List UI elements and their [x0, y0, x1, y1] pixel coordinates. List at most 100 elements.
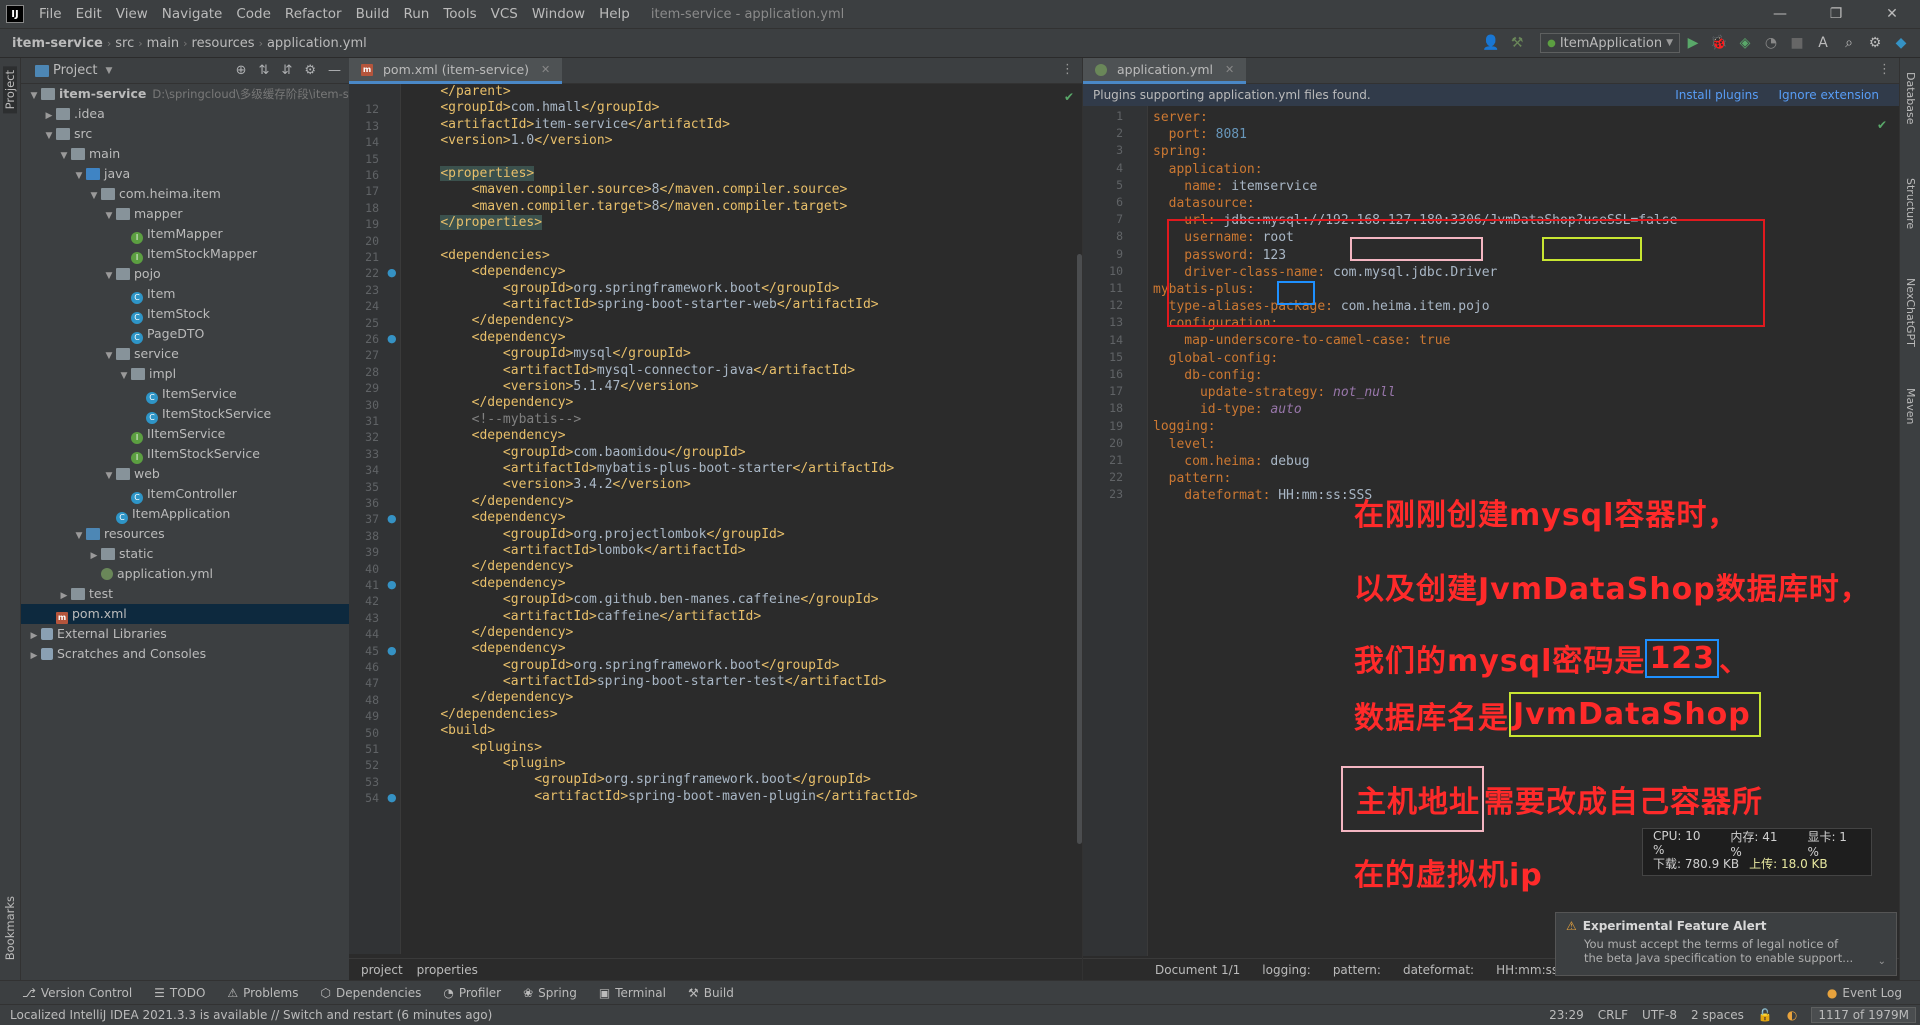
tree-node[interactable]: application.yml [21, 564, 349, 584]
tree-node[interactable]: I IItemStockService [21, 444, 349, 464]
menu-code[interactable]: Code [229, 0, 278, 29]
translate-icon[interactable]: A [1815, 35, 1831, 51]
chevron-down-icon[interactable]: ▼ [102, 266, 116, 286]
menu-refactor[interactable]: Refactor [278, 0, 349, 29]
tree-node[interactable]: C PageDTO [21, 324, 349, 344]
menu-navigate[interactable]: Navigate [155, 0, 230, 29]
run-config-selector[interactable]: ● ItemApplication ▼ [1540, 33, 1680, 53]
nexchatgpt-tool-tab[interactable]: NexChatGPT [1904, 278, 1917, 347]
tree-node[interactable]: C ItemStockService [21, 404, 349, 424]
indent-setting[interactable]: 2 spaces [1691, 1008, 1744, 1022]
chevron-down-icon[interactable]: ▼ [42, 126, 56, 146]
more-icon[interactable]: ⋮ [1061, 62, 1074, 77]
dependency-gutter-icon[interactable]: ● [387, 578, 397, 591]
tree-node[interactable]: ▼ impl [21, 364, 349, 384]
project-panel-title[interactable]: Project [53, 63, 97, 78]
tree-node[interactable]: ▶ static [21, 544, 349, 564]
tree-node[interactable]: ▼ mapper [21, 204, 349, 224]
tree-node[interactable]: ▼ src [21, 124, 349, 144]
profile-icon[interactable]: ◔ [1763, 35, 1779, 51]
restore-icon[interactable]: ❐ [1808, 0, 1864, 29]
breadcrumb-item[interactable]: application.yml [263, 36, 371, 51]
event-log-button[interactable]: ● Event Log [1827, 986, 1902, 1000]
search-icon[interactable]: ⌕ [1841, 35, 1857, 51]
breadcrumb-item[interactable]: dateformat: [1403, 963, 1474, 977]
chevron-down-icon[interactable]: ▼ [117, 366, 131, 386]
breadcrumb-item[interactable]: properties [417, 963, 478, 977]
tree-node[interactable]: ▼ java [21, 164, 349, 184]
tree-node[interactable]: C ItemService [21, 384, 349, 404]
tool-window-dependencies[interactable]: ⬡ Dependencies [320, 986, 421, 1000]
experimental-feature-alert[interactable]: ⚠ Experimental Feature Alert You must ac… [1555, 912, 1897, 976]
tree-node[interactable]: I IItemService [21, 424, 349, 444]
file-encoding[interactable]: UTF-8 [1642, 1008, 1677, 1022]
tool-window-profiler[interactable]: ◔ Profiler [443, 986, 501, 1000]
dependency-gutter-icon[interactable]: ● [387, 512, 397, 525]
chevron-down-icon[interactable]: ▼ [105, 66, 112, 76]
chevron-down-icon[interactable]: ▼ [102, 346, 116, 366]
dependency-gutter-icon[interactable]: ● [387, 332, 397, 345]
menu-view[interactable]: View [109, 0, 155, 29]
tree-node[interactable]: ▼ item-service D:\springcloud\多级缓存阶段\item-… [21, 84, 349, 104]
tree-node[interactable]: C ItemApplication [21, 504, 349, 524]
tree-node[interactable]: I ItemStockMapper [21, 244, 349, 264]
chevron-right-icon[interactable]: ▶ [42, 106, 56, 126]
chevron-right-icon[interactable]: ▶ [87, 546, 101, 566]
debug-icon[interactable]: 🐞 [1710, 35, 1727, 51]
lock-icon[interactable]: 🔓 [1758, 1008, 1773, 1022]
menu-window[interactable]: Window [525, 0, 592, 29]
user-icon[interactable]: 👤 [1482, 35, 1499, 51]
tree-node[interactable]: C ItemStock [21, 304, 349, 324]
memory-indicator[interactable]: 1117 of 1979M [1811, 1007, 1916, 1023]
chevron-down-icon[interactable]: ▼ [87, 186, 101, 206]
status-message[interactable]: Localized IntelliJ IDEA 2021.3.3 is avai… [10, 1008, 492, 1022]
tool-window-spring[interactable]: ❀ Spring [523, 986, 577, 1000]
collapse-all-icon[interactable]: ⇵ [281, 63, 292, 78]
hammer-build-icon[interactable]: ⚒ [1509, 35, 1525, 51]
dependency-gutter-icon[interactable]: ● [387, 791, 397, 804]
pom-code[interactable]: </parent> <groupId>com.hmall</groupId> <… [409, 84, 918, 805]
menu-build[interactable]: Build [349, 0, 397, 29]
chevron-down-icon[interactable]: ⌄ [1878, 956, 1886, 967]
menu-help[interactable]: Help [592, 0, 637, 29]
structure-tool-tab[interactable]: Structure [1904, 178, 1917, 229]
tree-node[interactable]: ▼ main [21, 144, 349, 164]
tree-node[interactable]: ▼ resources [21, 524, 349, 544]
tree-node[interactable]: ▶ test [21, 584, 349, 604]
caret-position[interactable]: 23:29 [1549, 1008, 1584, 1022]
tree-node[interactable]: C ItemController [21, 484, 349, 504]
breadcrumb-item[interactable]: main [143, 36, 183, 51]
tool-window-version-control[interactable]: ⎇ Version Control [22, 986, 132, 1000]
locate-icon[interactable]: ⊕ [236, 63, 247, 78]
line-separator[interactable]: CRLF [1598, 1008, 1628, 1022]
tree-node[interactable]: ▶ Scratches and Consoles [21, 644, 349, 664]
coverage-icon[interactable]: ◈ [1737, 35, 1753, 51]
chevron-down-icon[interactable]: ▼ [57, 146, 71, 166]
menu-file[interactable]: File [32, 0, 69, 29]
chevron-down-icon[interactable]: ▼ [102, 206, 116, 226]
chevron-down-icon[interactable]: ▼ [72, 526, 86, 546]
gear-icon[interactable]: ⚙ [304, 63, 316, 78]
tool-window-todo[interactable]: ☰ TODO [154, 986, 205, 1000]
chevron-down-icon[interactable]: ▼ [27, 86, 41, 106]
chevron-down-icon[interactable]: ▼ [72, 166, 86, 186]
tree-node[interactable]: ▼ web [21, 464, 349, 484]
menu-vcs[interactable]: VCS [484, 0, 525, 29]
maven-tool-tab[interactable]: Maven [1904, 388, 1917, 424]
breadcrumb-item[interactable]: project [361, 963, 403, 977]
stop-icon[interactable]: ■ [1789, 35, 1805, 51]
close-icon[interactable]: ✕ [1225, 63, 1234, 76]
breadcrumb-item[interactable]: item-service [8, 36, 107, 51]
breadcrumb-item[interactable]: src [111, 36, 138, 51]
install-plugins-link[interactable]: Install plugins [1675, 88, 1758, 102]
breadcrumb-item[interactable]: Document 1/1 [1155, 963, 1240, 977]
chevron-right-icon[interactable]: ▶ [57, 586, 71, 606]
minimize-icon[interactable]: — [1752, 0, 1808, 29]
tool-window-terminal[interactable]: ▣ Terminal [599, 986, 666, 1000]
breadcrumb-item[interactable]: logging: [1262, 963, 1311, 977]
hide-icon[interactable]: — [328, 63, 341, 78]
chevron-right-icon[interactable]: ▶ [27, 626, 41, 646]
tool-window-problems[interactable]: ⚠ Problems [227, 986, 298, 1000]
tool-window-build[interactable]: ⚒ Build [688, 986, 734, 1000]
close-icon[interactable]: ✕ [541, 63, 550, 76]
